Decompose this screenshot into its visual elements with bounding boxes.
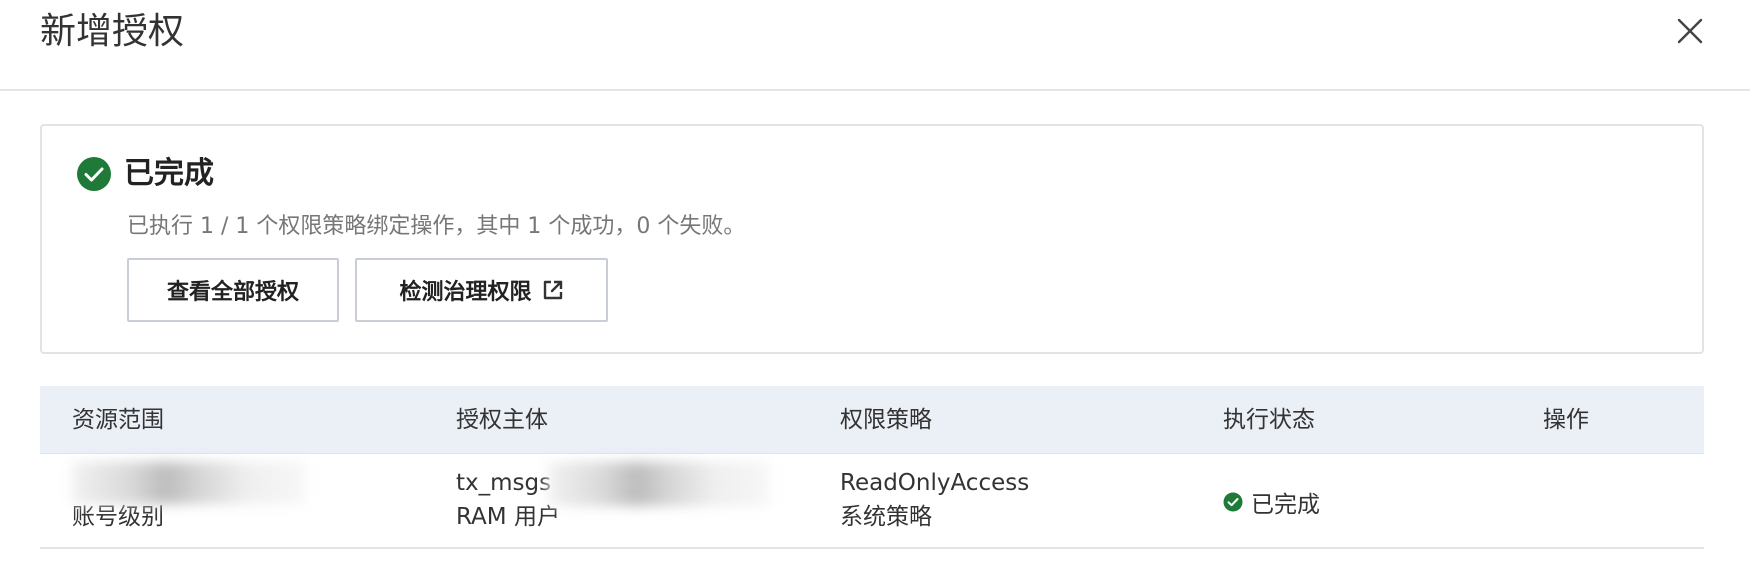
redacted-principal-name bbox=[548, 462, 770, 506]
check-governance-permissions-button[interactable]: 检测治理权限 bbox=[355, 258, 608, 322]
result-panel: 已完成 已执行 1 / 1 个权限策略绑定操作，其中 1 个成功，0 个失败。 … bbox=[40, 124, 1704, 354]
dialog-header: 新增授权 bbox=[0, 0, 1750, 91]
resource-scope-level: 账号级别 bbox=[72, 504, 164, 530]
column-header-resource-scope: 资源范围 bbox=[72, 407, 164, 433]
execution-status-cell: 已完成 bbox=[1223, 454, 1320, 549]
external-link-icon bbox=[542, 279, 564, 301]
result-status-title: 已完成 bbox=[124, 156, 214, 191]
check-governance-label: 检测治理权限 bbox=[399, 280, 532, 305]
execution-status-label: 已完成 bbox=[1251, 491, 1320, 518]
policy-cell: ReadOnlyAccess 系统策略 bbox=[840, 466, 1140, 534]
column-header-policy: 权限策略 bbox=[840, 407, 932, 433]
column-header-status: 执行状态 bbox=[1223, 407, 1315, 433]
table-row: 账号级别 tx_msgs RAM 用户 ReadOnlyAccess 系统策略 bbox=[40, 454, 1704, 549]
authorization-dialog: 新增授权 已完成 已执行 1 / 1 个权限策略绑定操作，其中 1 个成功，0 … bbox=[0, 0, 1750, 562]
view-all-authorizations-button[interactable]: 查看全部授权 bbox=[127, 258, 339, 322]
policy-name: ReadOnlyAccess bbox=[840, 470, 1030, 496]
check-circle-icon bbox=[76, 156, 112, 192]
column-header-action: 操作 bbox=[1543, 407, 1589, 433]
policy-type: 系统策略 bbox=[840, 504, 932, 530]
column-header-principal: 授权主体 bbox=[456, 407, 548, 433]
dialog-title: 新增授权 bbox=[40, 11, 185, 52]
view-all-label: 查看全部授权 bbox=[166, 280, 299, 305]
check-circle-icon bbox=[1223, 492, 1243, 512]
result-description: 已执行 1 / 1 个权限策略绑定操作，其中 1 个成功，0 个失败。 bbox=[127, 214, 746, 239]
redacted-resource-name bbox=[72, 462, 306, 504]
authorization-table: 资源范围 授权主体 权限策略 执行状态 操作 账号级别 tx_msgs RAM … bbox=[40, 386, 1704, 549]
close-icon[interactable] bbox=[1673, 14, 1707, 48]
table-header: 资源范围 授权主体 权限策略 执行状态 操作 bbox=[40, 386, 1704, 454]
